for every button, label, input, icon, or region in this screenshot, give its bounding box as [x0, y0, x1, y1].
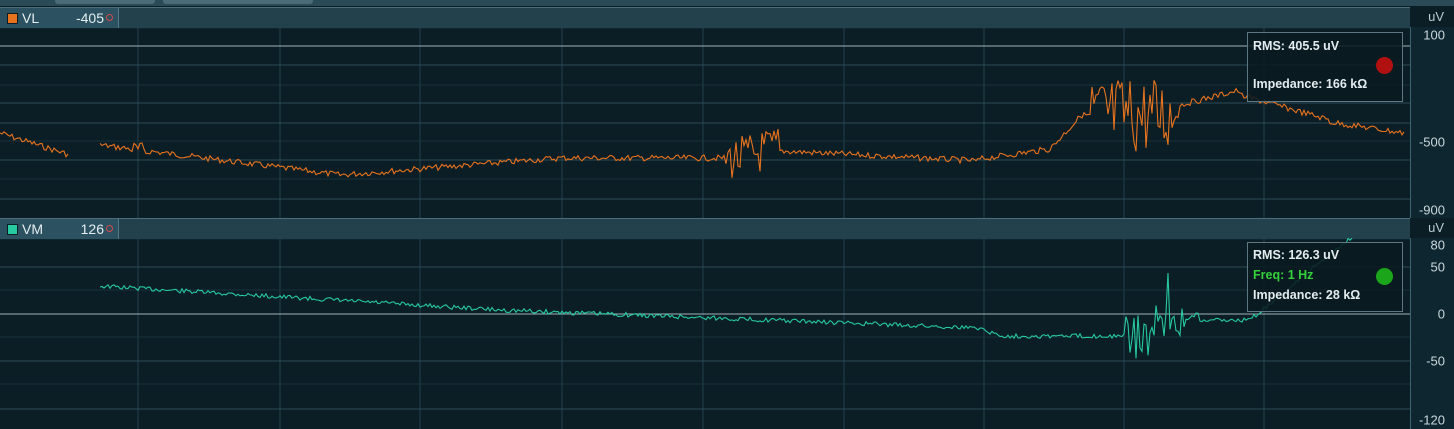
status-indicator	[1376, 268, 1393, 285]
channel-header-vm: VM 126	[0, 218, 1410, 240]
toolbar-tab[interactable]	[55, 0, 155, 4]
frequency-readout: Freq: 1 Hz	[1253, 268, 1314, 282]
signal-trace-vl	[99, 80, 1405, 178]
plot-area-vm[interactable]	[0, 238, 1410, 429]
channel-color-swatch[interactable]	[7, 13, 18, 24]
channel-color-swatch[interactable]	[7, 224, 18, 235]
channel-indicator-dot	[106, 225, 113, 232]
channel-tab-vl[interactable]: VL -405	[0, 8, 119, 28]
axis-tick: -500	[1418, 134, 1445, 150]
axis-tick: 100	[1423, 27, 1445, 43]
axis-tick: -50	[1426, 353, 1445, 369]
channel-name: VL	[22, 10, 40, 26]
rms-readout: RMS: 405.5 uV	[1253, 39, 1340, 53]
signal-trace-vl	[0, 131, 69, 158]
signal-plot-vl	[0, 27, 1410, 218]
axis-tick: 0	[1437, 306, 1445, 322]
channel-name: VM	[22, 221, 43, 237]
unit-label: uV	[1428, 9, 1444, 24]
impedance-readout: Impedance: 28 kΩ	[1253, 288, 1361, 302]
info-box-vm: RMS: 126.3 uV Freq: 1 Hz Impedance: 28 k…	[1247, 242, 1403, 312]
y-axis-vl[interactable]: 100 -500 -900	[1410, 27, 1454, 218]
unit-label: uV	[1428, 220, 1444, 235]
channel-indicator-dot	[106, 14, 113, 21]
top-toolbar-strip	[0, 0, 1454, 6]
channel-header-vl: VL -405	[0, 7, 1410, 29]
channel-tab-vm[interactable]: VM 126	[0, 219, 119, 239]
y-axis-vm[interactable]: 80 50 0 -50 -120	[1410, 238, 1454, 429]
axis-tick: 80	[1430, 237, 1445, 253]
info-box-vl: RMS: 405.5 uV Impedance: 166 kΩ	[1247, 32, 1403, 102]
signal-trace-vm	[99, 238, 1353, 359]
rms-readout: RMS: 126.3 uV	[1253, 248, 1340, 262]
axis-tick: -900	[1418, 202, 1445, 218]
channel-value: -405	[75, 10, 104, 26]
signal-plot-vm	[0, 238, 1410, 429]
axis-tick: -120	[1418, 412, 1445, 428]
impedance-readout: Impedance: 166 kΩ	[1253, 77, 1368, 91]
plot-area-vl[interactable]	[0, 27, 1410, 218]
axis-tick: 50	[1430, 259, 1445, 275]
status-indicator	[1376, 57, 1393, 74]
toolbar-tab[interactable]	[163, 0, 313, 4]
channel-value: 126	[80, 221, 104, 237]
